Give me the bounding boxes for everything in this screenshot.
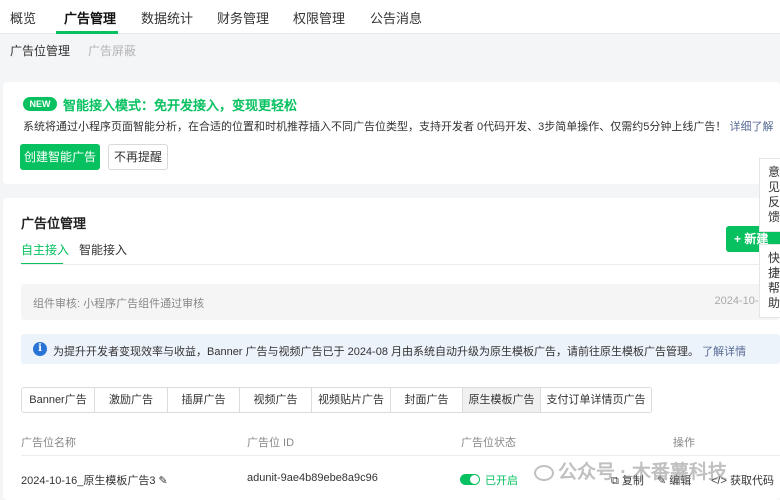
get-code-action[interactable]: </> 获取代码 <box>711 472 774 488</box>
ad-type-segmented-control: Banner广告 激励广告 插屏广告 视频广告 视频贴片广告 封面广告 原生模板… <box>21 387 652 413</box>
copy-action[interactable]: ⧉ 复制 <box>611 472 644 488</box>
tabs-divider <box>21 264 780 265</box>
subnav-adunit-management[interactable]: 广告位管理 <box>10 42 70 59</box>
promo-learn-more-link[interactable]: 详细了解 <box>729 121 773 133</box>
feedback-char: 意 <box>768 165 780 179</box>
nav-data-stats[interactable]: 数据统计 <box>141 8 193 27</box>
feedback-char: 馈 <box>768 210 780 224</box>
segment-cover[interactable]: 封面广告 <box>391 388 463 412</box>
adunit-management-card: 广告位管理 自主接入 智能接入 组件审核: 小程序广告组件通过审核 2024-1… <box>3 198 780 500</box>
audit-status-bar: 组件审核: 小程序广告组件通过审核 2024-10-24 1 <box>21 284 780 320</box>
create-smart-ad-button[interactable]: 创建智能广告 <box>20 144 100 170</box>
info-notice: i 为提升开发者变现效率与收益，Banner 广告与视频广告已于 2024-08… <box>21 334 780 364</box>
info-icon: i <box>33 342 47 356</box>
nav-finance[interactable]: 财务管理 <box>217 8 269 27</box>
segment-payment-order[interactable]: 支付订单详情页广告 <box>541 388 651 412</box>
col-adunit-id: 广告位 ID <box>247 437 295 449</box>
table-header: 广告位名称 广告位 ID 广告位状态 操作 <box>21 426 780 456</box>
segment-interstitial[interactable]: 插屏广告 <box>168 388 240 412</box>
info-text: 为提升开发者变现效率与收益，Banner 广告与视频广告已于 2024-08 月… <box>53 346 700 358</box>
top-nav: 概览 广告管理 数据统计 财务管理 权限管理 公告消息 <box>0 0 780 34</box>
promo-desc-text: 系统将通过小程序页面智能分析，在合适的位置和时机推荐插入不同广告位类型，支持开发… <box>23 121 727 133</box>
feedback-char: 反 <box>768 195 780 209</box>
help-tab[interactable]: 快 捷 帮 助 <box>759 244 780 318</box>
tab-smart-access[interactable]: 智能接入 <box>79 241 127 258</box>
col-adunit-status: 广告位状态 <box>461 437 516 449</box>
segment-rewarded[interactable]: 激励广告 <box>95 388 168 412</box>
smart-mode-promo-card: NEW 智能接入模式：免开发接入，变现更轻松 系统将通过小程序页面智能分析，在合… <box>3 82 780 184</box>
info-notice-text: 为提升开发者变现效率与收益，Banner 广告与视频广告已于 2024-08 月… <box>53 343 746 359</box>
segment-video-patch[interactable]: 视频贴片广告 <box>312 388 391 412</box>
feedback-char: 见 <box>768 180 780 194</box>
section-title: 广告位管理 <box>21 216 87 231</box>
table-row: 2024-10-16_原生模板广告3 ✎ adunit-9ae4b89ebe8a… <box>21 458 780 500</box>
help-char: 快 <box>768 251 780 265</box>
dont-remind-button[interactable]: 不再提醒 <box>108 144 168 170</box>
feedback-tab[interactable]: 意 见 反 馈 <box>759 158 780 232</box>
nav-ad-management[interactable]: 广告管理 <box>64 8 116 27</box>
segment-video[interactable]: 视频广告 <box>240 388 312 412</box>
segment-banner[interactable]: Banner广告 <box>22 388 95 412</box>
help-char: 捷 <box>768 266 780 280</box>
segment-native-template[interactable]: 原生模板广告 <box>463 388 541 412</box>
audit-text: 组件审核: 小程序广告组件通过审核 <box>33 298 205 310</box>
new-badge: NEW <box>23 97 57 111</box>
sub-nav: 广告位管理 广告屏蔽 <box>0 34 780 64</box>
status-toggle[interactable] <box>460 474 480 485</box>
nav-permissions[interactable]: 权限管理 <box>293 8 345 27</box>
info-learn-more-link[interactable]: 了解详情 <box>702 346 746 358</box>
promo-title: 智能接入模式：免开发接入，变现更轻松 <box>63 98 298 113</box>
help-char: 帮 <box>768 281 780 295</box>
adunit-id: adunit-9ae4b89ebe8a9c96 <box>247 472 378 484</box>
col-actions: 操作 <box>673 437 695 449</box>
help-char: 助 <box>768 296 780 310</box>
edit-action[interactable]: ✎ 编辑 <box>657 472 691 488</box>
nav-overview[interactable]: 概览 <box>10 8 36 27</box>
status-label: 已开启 <box>485 475 518 487</box>
subnav-ad-blocking[interactable]: 广告屏蔽 <box>88 42 136 59</box>
col-adunit-name: 广告位名称 <box>21 437 76 449</box>
promo-description: 系统将通过小程序页面智能分析，在合适的位置和时机推荐插入不同广告位类型，支持开发… <box>23 118 773 134</box>
nav-announcements[interactable]: 公告消息 <box>370 8 422 27</box>
adunit-name[interactable]: 2024-10-16_原生模板广告3 ✎ <box>21 472 168 488</box>
edit-label: 编辑 <box>669 475 692 487</box>
copy-label: 复制 <box>621 475 644 487</box>
tab-self-access[interactable]: 自主接入 <box>21 241 69 258</box>
